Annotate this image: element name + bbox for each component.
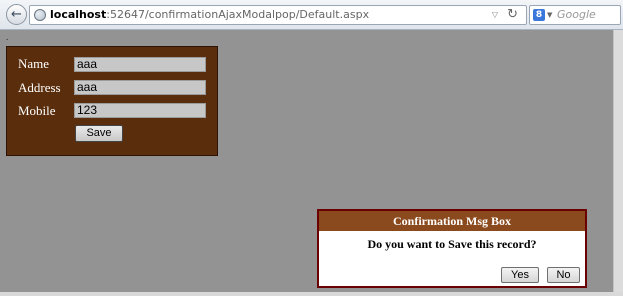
back-arrow-icon: ← — [11, 7, 22, 22]
window-bottom-edge — [0, 292, 623, 296]
url-path: :52647/confirmationAjaxModalpop/Default.… — [106, 8, 370, 21]
name-label: Name — [18, 56, 50, 71]
yes-button[interactable]: Yes — [501, 267, 539, 283]
confirmation-dialog: Confirmation Msg Box Do you want to Save… — [317, 209, 587, 288]
dialog-message: Do you want to Save this record? — [367, 237, 537, 251]
browser-toolbar: ← localhost:52647/confirmationAjaxModalp… — [0, 0, 623, 30]
back-button[interactable]: ← — [6, 4, 27, 25]
record-form-panel: Name aaa Address aaa Mobile 123 Save — [6, 46, 218, 156]
search-placeholder: Google — [557, 8, 596, 21]
no-button[interactable]: No — [547, 267, 580, 283]
dropdown-triangle-icon[interactable]: ▽ — [492, 6, 498, 24]
mobile-field[interactable]: 123 — [74, 103, 206, 118]
reload-icon[interactable]: ↻ — [507, 6, 518, 24]
google-icon[interactable]: 8 — [533, 9, 545, 21]
vertical-scrollbar[interactable] — [613, 30, 623, 292]
address-bar[interactable]: localhost:52647/confirmationAjaxModalpop… — [29, 5, 527, 25]
name-field[interactable]: aaa — [74, 57, 206, 72]
chevron-down-icon[interactable]: ▼ — [547, 6, 552, 24]
mobile-label: Mobile — [18, 103, 56, 118]
page-dot: . — [6, 32, 9, 42]
url-text: localhost:52647/confirmationAjaxModalpop… — [50, 6, 369, 24]
search-bar[interactable]: 8 ▼ Google — [529, 5, 621, 25]
save-button[interactable]: Save — [75, 125, 123, 142]
dialog-title: Confirmation Msg Box — [319, 211, 585, 231]
globe-icon — [34, 9, 46, 21]
address-label: Address — [18, 80, 61, 95]
address-field[interactable]: aaa — [74, 80, 206, 95]
url-host: localhost — [50, 8, 107, 21]
